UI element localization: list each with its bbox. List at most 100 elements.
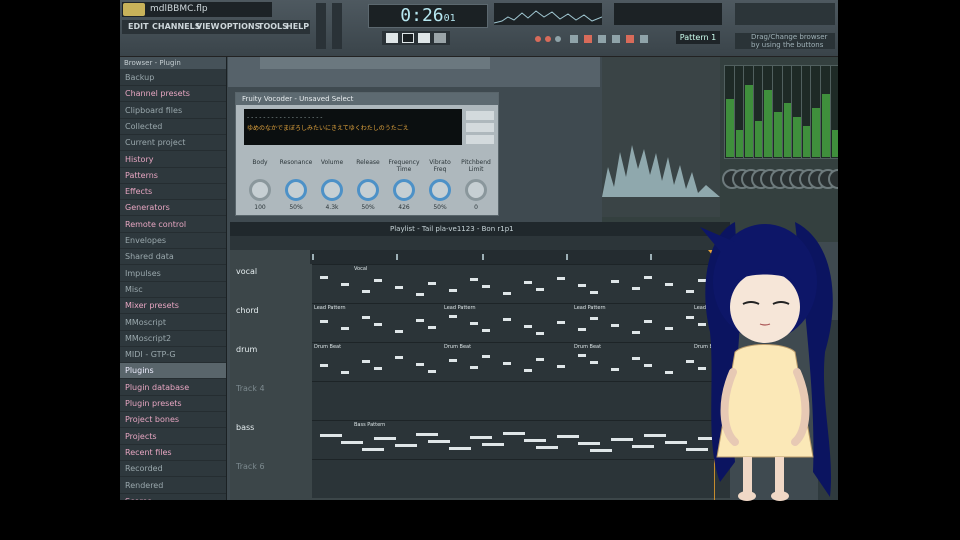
- clip-label[interactable]: Drum Beat: [444, 344, 471, 350]
- browser-item[interactable]: Backup: [120, 70, 226, 86]
- note-block: [557, 277, 565, 280]
- browser-item[interactable]: Plugin database: [120, 380, 226, 396]
- browser-header: Browser - Plugin: [120, 57, 226, 69]
- playlist-toolbar[interactable]: [230, 236, 730, 250]
- stop-icon[interactable]: [402, 33, 414, 43]
- note-block: [536, 358, 544, 361]
- track-lane[interactable]: [312, 459, 730, 498]
- note-block: [665, 441, 687, 444]
- plugin-button-1[interactable]: [466, 111, 494, 120]
- master-pitch-slider[interactable]: [332, 3, 342, 49]
- browser-item[interactable]: Recorded: [120, 461, 226, 478]
- browser-item[interactable]: Scores: [120, 494, 226, 500]
- browser-item[interactable]: Collected: [120, 119, 226, 135]
- plugin-button-3[interactable]: [466, 135, 494, 144]
- browser-item[interactable]: Envelopes: [120, 233, 226, 249]
- note-block: [503, 292, 511, 295]
- note-block: [644, 320, 652, 323]
- knob-label: Volume: [320, 159, 344, 166]
- master-volume-slider[interactable]: [316, 3, 326, 49]
- menu-options[interactable]: OPTIONS: [220, 20, 260, 34]
- clip-label[interactable]: Bass Pattern: [354, 422, 385, 428]
- fl-logo-icon[interactable]: [123, 3, 145, 16]
- clip-label[interactable]: Vocal: [354, 266, 367, 272]
- knob-icon[interactable]: [465, 179, 487, 201]
- clip-label[interactable]: Lead Pattern: [574, 305, 606, 311]
- note-block: [320, 364, 328, 367]
- bar-marker: [566, 254, 568, 260]
- browser-item[interactable]: Recent files: [120, 445, 226, 461]
- knob-icon[interactable]: [321, 179, 343, 201]
- note-block: [395, 330, 403, 333]
- knob-icon[interactable]: [429, 179, 451, 201]
- note-block: [503, 362, 511, 365]
- pattern-selector[interactable]: Pattern 1: [676, 31, 720, 44]
- bar-marker: [482, 254, 484, 260]
- browser-item[interactable]: Channel presets: [120, 86, 226, 103]
- clip-label[interactable]: Drum Beat: [574, 344, 601, 350]
- browser-item[interactable]: Effects: [120, 184, 226, 201]
- mixer-track-meter[interactable]: [829, 65, 838, 159]
- menu-tools[interactable]: TOOLS: [258, 20, 288, 34]
- menu-help[interactable]: HELP: [286, 20, 309, 34]
- browser-item[interactable]: Plugins: [120, 363, 226, 380]
- track-label[interactable]: chord: [236, 306, 259, 315]
- note-block: [320, 320, 328, 323]
- track-label[interactable]: drum: [236, 345, 257, 354]
- play-icon[interactable]: [386, 33, 398, 43]
- browser-item[interactable]: Projects: [120, 429, 226, 445]
- browser-item[interactable]: MIDI - GTP-G: [120, 347, 226, 364]
- clip-label[interactable]: Lead Pattern: [314, 305, 346, 311]
- clip-label[interactable]: Drum Beat: [314, 344, 341, 350]
- browser-item[interactable]: MMoscript: [120, 315, 226, 331]
- note-block: [470, 322, 478, 325]
- note-block: [632, 287, 640, 290]
- note-block: [449, 315, 457, 318]
- playlist-timeline[interactable]: [310, 250, 730, 264]
- track-label[interactable]: vocal: [236, 267, 257, 276]
- track-label[interactable]: Track 6: [236, 462, 265, 471]
- pattern-display[interactable]: [614, 3, 722, 25]
- browser-item[interactable]: Shared data: [120, 249, 226, 266]
- browser-item[interactable]: History: [120, 152, 226, 168]
- knob-label: Body: [252, 159, 268, 166]
- browser-item[interactable]: Generators: [120, 200, 226, 217]
- note-block: [503, 432, 525, 435]
- menu-channels[interactable]: CHANNELS: [152, 20, 200, 34]
- note-block: [524, 369, 532, 372]
- knob-icon[interactable]: [393, 179, 415, 201]
- browser-item[interactable]: Rendered: [120, 478, 226, 494]
- browser-item[interactable]: Impulses: [120, 266, 226, 282]
- menu-view[interactable]: VIEW: [196, 20, 219, 34]
- track-label[interactable]: bass: [236, 423, 254, 432]
- knob-icon[interactable]: [285, 179, 307, 201]
- browser-item[interactable]: Plugin presets: [120, 396, 226, 412]
- browser-item[interactable]: MMoscript2: [120, 331, 226, 347]
- note-block: [362, 360, 370, 363]
- note-block: [341, 441, 363, 444]
- knob-icon[interactable]: [249, 179, 271, 201]
- track-lane[interactable]: [312, 342, 730, 381]
- note-block: [428, 370, 436, 373]
- browser-item[interactable]: Project bones: [120, 412, 226, 429]
- note-block: [590, 449, 612, 452]
- record-icon[interactable]: [418, 33, 430, 43]
- browser-item[interactable]: Mixer presets: [120, 298, 226, 315]
- note-block: [578, 328, 586, 331]
- browser-item[interactable]: Current project: [120, 135, 226, 152]
- track-lane[interactable]: [312, 381, 730, 420]
- browser-item[interactable]: Patterns: [120, 168, 226, 184]
- plugin-button-2[interactable]: [466, 123, 494, 132]
- clip-label[interactable]: Lead Pattern: [444, 305, 476, 311]
- knob-icon[interactable]: [357, 179, 379, 201]
- note-block: [482, 355, 490, 358]
- menu-edit[interactable]: EDIT: [128, 20, 149, 34]
- note-block: [524, 439, 546, 442]
- browser-item[interactable]: Misc: [120, 282, 226, 298]
- browser-item[interactable]: Remote control: [120, 217, 226, 233]
- playlist-window: Playlist - Tail pla-ve1123 - Bon r1p1 vo…: [230, 222, 730, 500]
- pattern-song-toggle[interactable]: [434, 33, 446, 43]
- track-label[interactable]: Track 4: [236, 384, 265, 393]
- browser-item[interactable]: Clipboard files: [120, 103, 226, 119]
- shortcut-buttons[interactable]: [735, 3, 835, 25]
